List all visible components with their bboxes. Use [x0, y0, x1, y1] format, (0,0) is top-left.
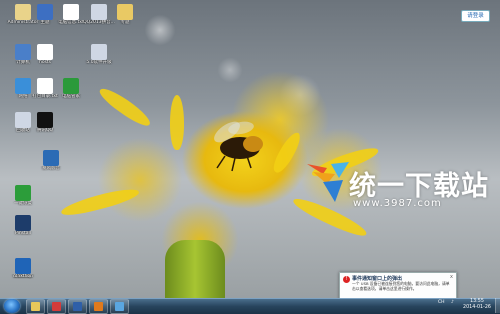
taskbar-button-firefox[interactable]	[89, 299, 108, 314]
firefox-icon	[94, 302, 103, 311]
desktop-icon[interactable]: maxthon	[2, 258, 44, 279]
desktop-icon-image	[15, 185, 31, 201]
volume-icon[interactable]: ♪	[451, 300, 454, 305]
desktop-icon[interactable]: 专题	[104, 4, 146, 25]
desktop-icon-label: hosts	[38, 60, 52, 65]
desktop-icon-label: 电脑管家	[62, 94, 80, 99]
wallpaper-petal	[59, 184, 141, 220]
desktop-icon-image	[63, 4, 79, 20]
taskbar-clock[interactable]: 13:55 2014-01-26	[462, 299, 492, 311]
wallpaper-petal	[170, 95, 184, 150]
desktop-icon[interactable]: Pinstall	[2, 215, 44, 236]
watermark-emblem-icon	[307, 162, 349, 202]
desktop-icon-image	[15, 258, 31, 274]
taskbar-button-explorer[interactable]	[26, 299, 45, 314]
clock-date: 2014-01-26	[463, 305, 491, 310]
notification-text: 一个 USB 设备已被连接到您的电脑，要访问此电脑，请单击以查看选项，请单击这里…	[352, 281, 450, 291]
desktop-icon[interactable]: 5.0软件升级	[78, 44, 120, 65]
gallery-icon	[115, 302, 124, 311]
close-icon[interactable]: x	[450, 274, 453, 280]
watermark-url: www.3987.com	[353, 198, 442, 209]
taskbar-button-photoshop[interactable]	[68, 299, 87, 314]
notification-balloon[interactable]: ! 事件通知窗口上的弹出 一个 USB 设备已被连接到您的电脑，要访问此电脑，请…	[339, 272, 457, 298]
desktop-icon-label: maxthon	[12, 274, 34, 279]
desktop-icon-image	[37, 44, 53, 60]
desktop-icon-label: 5.0软件升级	[86, 60, 112, 65]
desktop-icon-image	[37, 112, 53, 128]
desktop-icon[interactable]: 腾讯QQ	[24, 112, 66, 133]
bee-illustration	[214, 121, 263, 172]
wallpaper-petal	[96, 84, 154, 130]
desktop-icon[interactable]: 电脑管家	[50, 78, 92, 99]
desktop-icon-image	[43, 150, 59, 166]
desktop-icon-label: 专题	[120, 20, 130, 25]
start-button[interactable]	[4, 299, 20, 313]
desktop-icon-image	[63, 78, 79, 94]
photoshop-icon	[73, 302, 82, 311]
desktop-wallpaper: Administrator 主题 电脑信息.txt QQ2013拼音... 专题 计算机 h…	[0, 0, 500, 298]
taskbar-button-gallery[interactable]	[110, 299, 129, 314]
watermark-logo: 统一下载站 www.3987.com	[305, 158, 495, 218]
desktop-icon[interactable]: 一键恢复	[2, 185, 44, 206]
tray-language-indicator[interactable]: CH	[438, 300, 445, 305]
desktop-icon[interactable]: hosts	[24, 44, 66, 65]
desktop-icon-label: 一键恢复	[14, 201, 32, 206]
desktop-icon-image	[15, 215, 31, 231]
show-desktop-button[interactable]	[495, 298, 500, 313]
media-icon	[52, 302, 61, 311]
qq-login-button[interactable]: 请登录	[461, 10, 490, 22]
desktop-icon-label: 腾讯QQ	[36, 128, 54, 133]
warning-icon: !	[343, 276, 350, 283]
desktop-icon-image	[91, 44, 107, 60]
desktop-icon-label: 暴风影音	[42, 166, 60, 171]
taskbar-button-media[interactable]	[47, 299, 66, 314]
wallpaper-stem	[165, 240, 225, 298]
desktop-icon[interactable]: 暴风影音	[30, 150, 72, 171]
explorer-icon	[31, 302, 40, 311]
desktop-icon-image	[117, 4, 133, 20]
desktop-icon-label: Pinstall	[14, 231, 32, 236]
